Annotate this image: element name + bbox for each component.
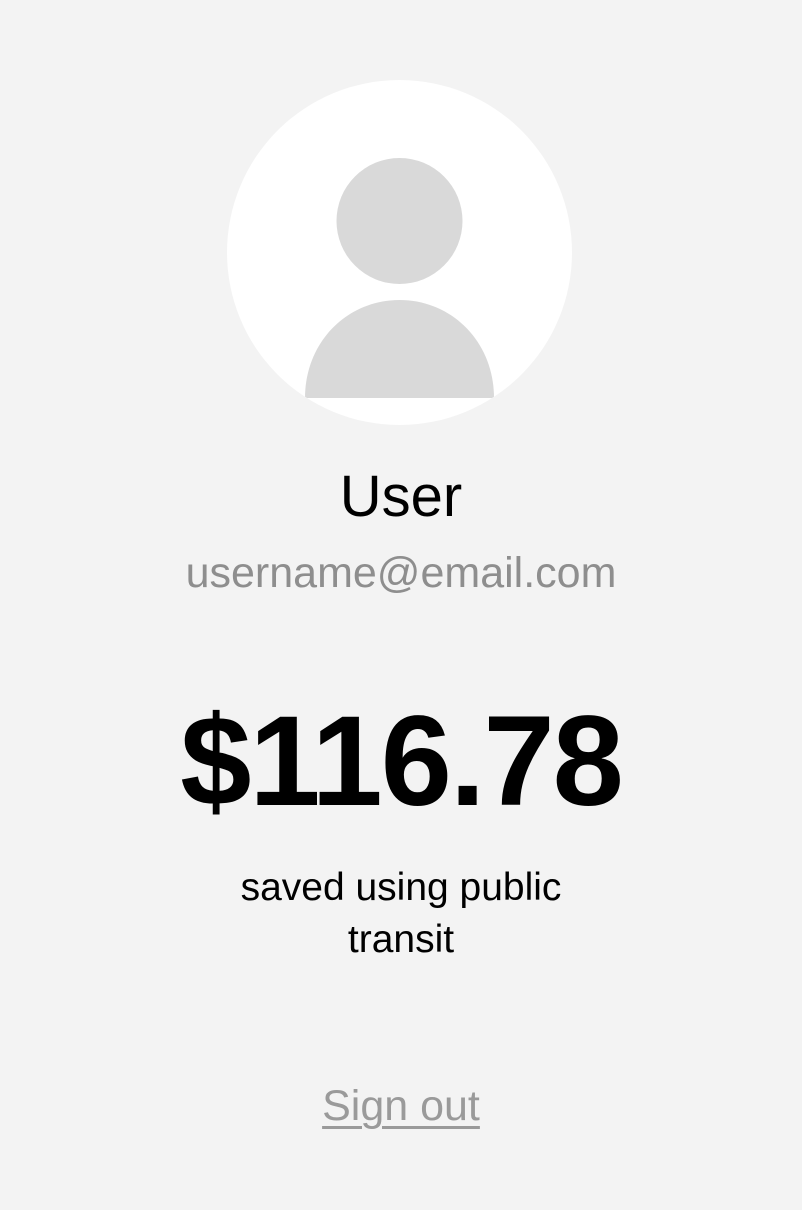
sign-out-link[interactable]: Sign out — [322, 1082, 480, 1130]
savings-amount: $116.78 — [180, 690, 624, 833]
profile-page: User username@email.com $116.78 saved us… — [0, 0, 802, 1210]
avatar — [227, 80, 572, 425]
user-email: username@email.com — [185, 549, 617, 597]
person-icon — [305, 158, 494, 398]
sign-out-container: Sign out — [0, 1078, 802, 1134]
savings-caption: saved using public transit — [240, 866, 562, 961]
user-name: User — [339, 464, 463, 529]
